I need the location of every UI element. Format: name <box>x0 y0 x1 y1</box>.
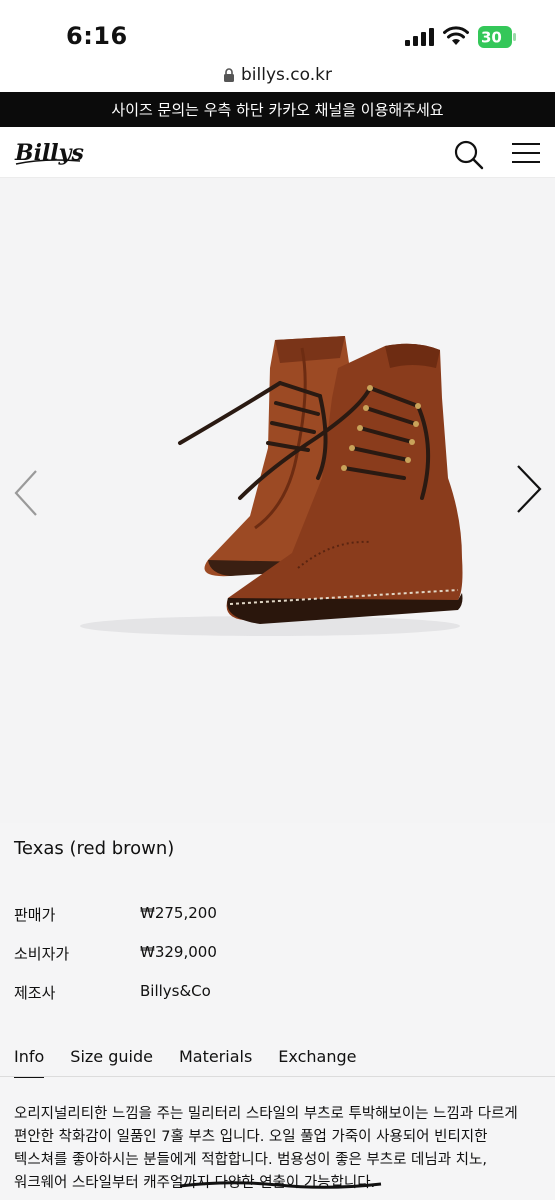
sale-price-label: 판매가 <box>14 906 56 924</box>
tab-divider <box>0 1076 555 1077</box>
manufacturer-label: 제조사 <box>14 984 56 1002</box>
detail-tabs: Info Size guide Materials Exchange <box>14 1047 356 1078</box>
product-photo-boots <box>80 336 463 636</box>
manufacturer-value: Billys&Co <box>140 982 211 1000</box>
billys-logo[interactable]: Billys <box>14 136 84 168</box>
search-icon[interactable] <box>452 138 484 170</box>
tab-exchange[interactable]: Exchange <box>278 1047 356 1078</box>
wifi-icon <box>443 26 469 45</box>
manufacturer-row: 제조사 Billys&Co <box>14 982 211 1003</box>
previous-image-arrow-icon[interactable] <box>8 468 44 518</box>
notice-banner-text: 사이즈 문의는 우측 하단 카카오 채널을 이용해주세요 <box>111 101 444 119</box>
tab-info[interactable]: Info <box>14 1047 45 1078</box>
status-time: 6:16 <box>66 22 128 50</box>
hamburger-menu-icon[interactable] <box>510 141 542 167</box>
notice-banner: 사이즈 문의는 우측 하단 카카오 채널을 이용해주세요 <box>0 92 555 127</box>
url-text: billys.co.kr <box>241 65 332 85</box>
battery-level: 30 <box>481 29 502 47</box>
sale-price-value: ₩275,200 <box>140 904 217 922</box>
retail-price-value: ₩329,000 <box>140 943 217 961</box>
lock-icon <box>224 68 235 82</box>
product-image-carousel[interactable] <box>0 178 555 823</box>
product-info: Texas (red brown) 판매가 ₩275,200 소비자가 ₩329… <box>0 823 555 1200</box>
tab-size-guide[interactable]: Size guide <box>70 1047 153 1078</box>
sale-price-row: 판매가 ₩275,200 <box>14 904 217 925</box>
site-header: Billys <box>0 127 555 178</box>
retail-price-label: 소비자가 <box>14 945 70 963</box>
battery-icon: 30 <box>478 26 516 48</box>
cellular-signal-icon <box>405 28 434 46</box>
address-bar[interactable]: billys.co.kr <box>0 58 555 92</box>
next-image-arrow-icon[interactable] <box>510 463 546 515</box>
tab-materials[interactable]: Materials <box>179 1047 252 1078</box>
status-bar: 6:16 30 <box>0 0 555 58</box>
retail-price-row: 소비자가 ₩329,000 <box>14 943 217 964</box>
product-title: Texas (red brown) <box>14 838 175 859</box>
scribble-mark <box>179 1181 382 1189</box>
